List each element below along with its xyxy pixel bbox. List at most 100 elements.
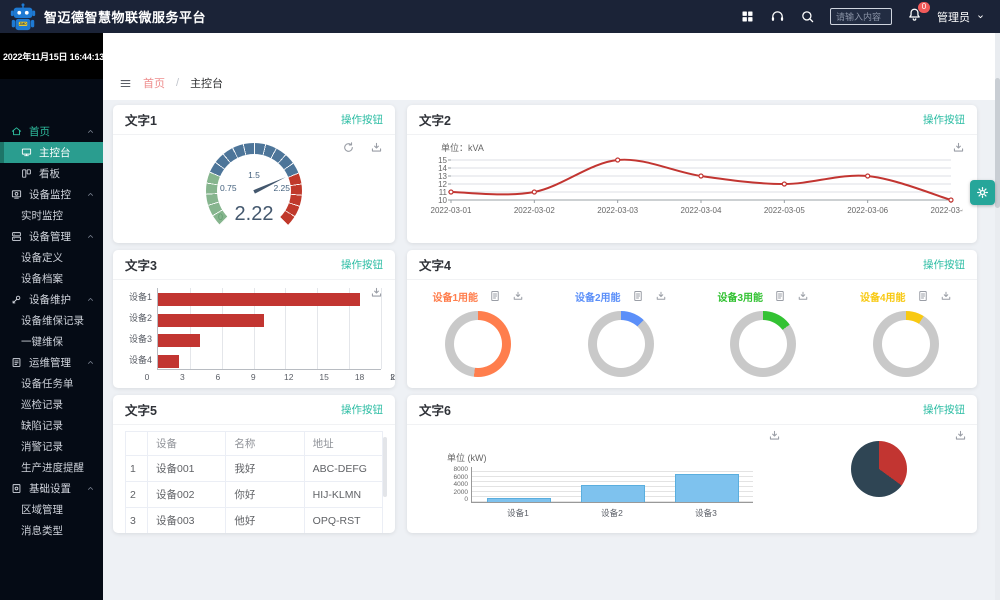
sidebar-item-1-0[interactable]: 实时监控 <box>0 205 103 226</box>
bar-chart-vertical: 80006000400020000 <box>447 467 753 503</box>
sidebar-item-4-0[interactable]: 设备任务单 <box>0 373 103 394</box>
sidebar-item-4-1[interactable]: 巡检记录 <box>0 394 103 415</box>
card1-title: 文字1 <box>125 110 157 129</box>
line-chart: 1011121314152022-03-012022-03-022022-03-… <box>415 154 963 220</box>
svg-text:2022-03-03: 2022-03-03 <box>597 206 638 215</box>
download-icon[interactable] <box>954 429 967 442</box>
gauge-chart: 1.5 0.75 2.25 0 3 2.22 <box>194 143 314 239</box>
sidebar-item-2-0[interactable]: 设备定义 <box>0 247 103 268</box>
download-icon[interactable] <box>370 141 383 154</box>
apps-grid-icon[interactable] <box>740 9 755 24</box>
download-icon[interactable] <box>940 290 952 302</box>
table-cell: 他好 <box>226 508 304 534</box>
sidebar-item-0-0[interactable]: 主控台 <box>0 142 103 163</box>
sidebar-item-5-0[interactable]: 区域管理 <box>0 499 103 520</box>
gauge-label: 2.25 <box>273 183 290 193</box>
search-input[interactable] <box>830 8 892 25</box>
download-icon[interactable] <box>768 429 781 442</box>
donut-label: 设备1用能 <box>432 289 478 304</box>
download-icon[interactable] <box>512 290 524 302</box>
page-scrollbar <box>995 33 1000 600</box>
svg-text:12: 12 <box>438 180 447 189</box>
bar-category-label: 设备3 <box>123 333 152 346</box>
scrollbar-thumb[interactable] <box>995 78 1000 208</box>
sidebar-group-0[interactable]: 首页 <box>0 121 103 142</box>
table-header: 地址 <box>304 432 382 456</box>
card-text4: 文字4 操作按钮 设备1用能 设备2用能设备3用能设备4用能 <box>407 250 977 388</box>
table-cell: HIJ-KLMN <box>304 482 382 508</box>
download-icon[interactable] <box>797 290 809 302</box>
bar-设备3 <box>158 334 200 347</box>
card6-action-button[interactable]: 操作按钮 <box>923 402 965 417</box>
card4-title: 文字4 <box>419 255 451 274</box>
app-title: 智迈德智慧物联微服务平台 <box>44 7 206 26</box>
pie-chart <box>851 441 907 497</box>
gauge-label-mid: 1.5 <box>194 170 314 180</box>
donut-group-2: 设备2用能 <box>550 288 693 377</box>
chevron-up-icon <box>86 484 95 493</box>
card6-body: 单位 (kW) 80006000400020000 设备1设备2设备3 <box>407 425 977 533</box>
svg-text:10: 10 <box>438 196 447 205</box>
sidebar-item-2-1[interactable]: 设备档案 <box>0 268 103 289</box>
sidebar-group-4[interactable]: 运维管理 <box>0 352 103 373</box>
table-row: 2设备002你好HIJ-KLMN <box>126 482 383 508</box>
svg-text:15: 15 <box>438 156 447 165</box>
document-icon[interactable] <box>489 290 501 302</box>
main-header: 首页 / 主控台 <box>103 33 1000 100</box>
document-icon[interactable] <box>774 290 786 302</box>
chevron-down-icon <box>975 11 986 22</box>
svg-text:ZMD: ZMD <box>19 22 27 26</box>
sidebar-group-2[interactable]: 设备管理 <box>0 226 103 247</box>
card1-action-button[interactable]: 操作按钮 <box>341 112 383 127</box>
hamburger-icon[interactable] <box>119 77 132 90</box>
download-icon[interactable] <box>952 141 965 154</box>
table-cell: 2 <box>126 482 148 508</box>
notification-badge: 0 <box>918 2 930 13</box>
settings-fab[interactable] <box>970 180 995 205</box>
donut-group-4: 设备4用能 <box>835 288 978 377</box>
sidebar-item-3-1[interactable]: 一键维保 <box>0 331 103 352</box>
device-table: 设备名称地址 1设备001我好ABC-DEFG2设备002你好HIJ-KLMN3… <box>125 431 383 533</box>
donut-group-3: 设备3用能 <box>692 288 835 377</box>
sidebar-item-3-0[interactable]: 设备维保记录 <box>0 310 103 331</box>
bar-chart-horizontal: 设备1设备2设备3设备4 kW <box>123 288 381 370</box>
card4-action-button[interactable]: 操作按钮 <box>923 257 965 272</box>
notifications[interactable]: 0 <box>907 7 922 27</box>
svg-text:11: 11 <box>439 188 448 197</box>
sidebar-item-4-4[interactable]: 生产进度提醒 <box>0 457 103 478</box>
card6-title: 文字6 <box>419 400 451 419</box>
sidebar-item-0-1[interactable]: 看板 <box>0 163 103 184</box>
sidebar-group-3[interactable]: 设备维护 <box>0 289 103 310</box>
sidebar-item-5-1[interactable]: 消息类型 <box>0 520 103 541</box>
sidebar-group-1[interactable]: 设备监控 <box>0 184 103 205</box>
card2-action-button[interactable]: 操作按钮 <box>923 112 965 127</box>
download-icon[interactable] <box>655 290 667 302</box>
chevron-up-icon <box>86 295 95 304</box>
table-cell: 我好 <box>226 456 304 482</box>
sidebar: 2022年11月15日 16:44:13 首页主控台看板设备监控实时监控设备管理… <box>0 33 103 600</box>
table-cell: 设备003 <box>148 508 226 534</box>
document-icon[interactable] <box>632 290 644 302</box>
donut-chart <box>873 311 939 377</box>
sidebar-menu: 首页主控台看板设备监控实时监控设备管理设备定义设备档案设备维护设备维保记录一键维… <box>0 121 103 541</box>
breadcrumb-home[interactable]: 首页 <box>143 75 165 91</box>
sidebar-datetime: 2022年11月15日 16:44:13 <box>0 33 103 79</box>
donut-chart <box>445 311 511 377</box>
card3-action-button[interactable]: 操作按钮 <box>341 257 383 272</box>
dashboard-grid: 文字1 操作按钮 1.5 0.75 2.25 0 3 <box>103 100 1000 533</box>
search-icon[interactable] <box>800 9 815 24</box>
headset-icon[interactable] <box>770 9 785 24</box>
bar-category-label: 设备2 <box>565 507 659 519</box>
bar-设备2 <box>581 485 645 503</box>
user-menu[interactable]: 管理员 <box>937 9 986 25</box>
refresh-icon[interactable] <box>342 141 355 154</box>
sidebar-group-5[interactable]: 基础设置 <box>0 478 103 499</box>
top-navbar: ZMD 智迈德智慧物联微服务平台 0 管理员 <box>0 0 1000 33</box>
document-icon[interactable] <box>917 290 929 302</box>
download-icon[interactable] <box>370 286 383 299</box>
card5-action-button[interactable]: 操作按钮 <box>341 402 383 417</box>
sidebar-item-4-2[interactable]: 缺陷记录 <box>0 415 103 436</box>
table-scrollbar[interactable] <box>383 437 387 497</box>
svg-text:2022-03-06: 2022-03-06 <box>847 206 888 215</box>
sidebar-item-4-3[interactable]: 消警记录 <box>0 436 103 457</box>
